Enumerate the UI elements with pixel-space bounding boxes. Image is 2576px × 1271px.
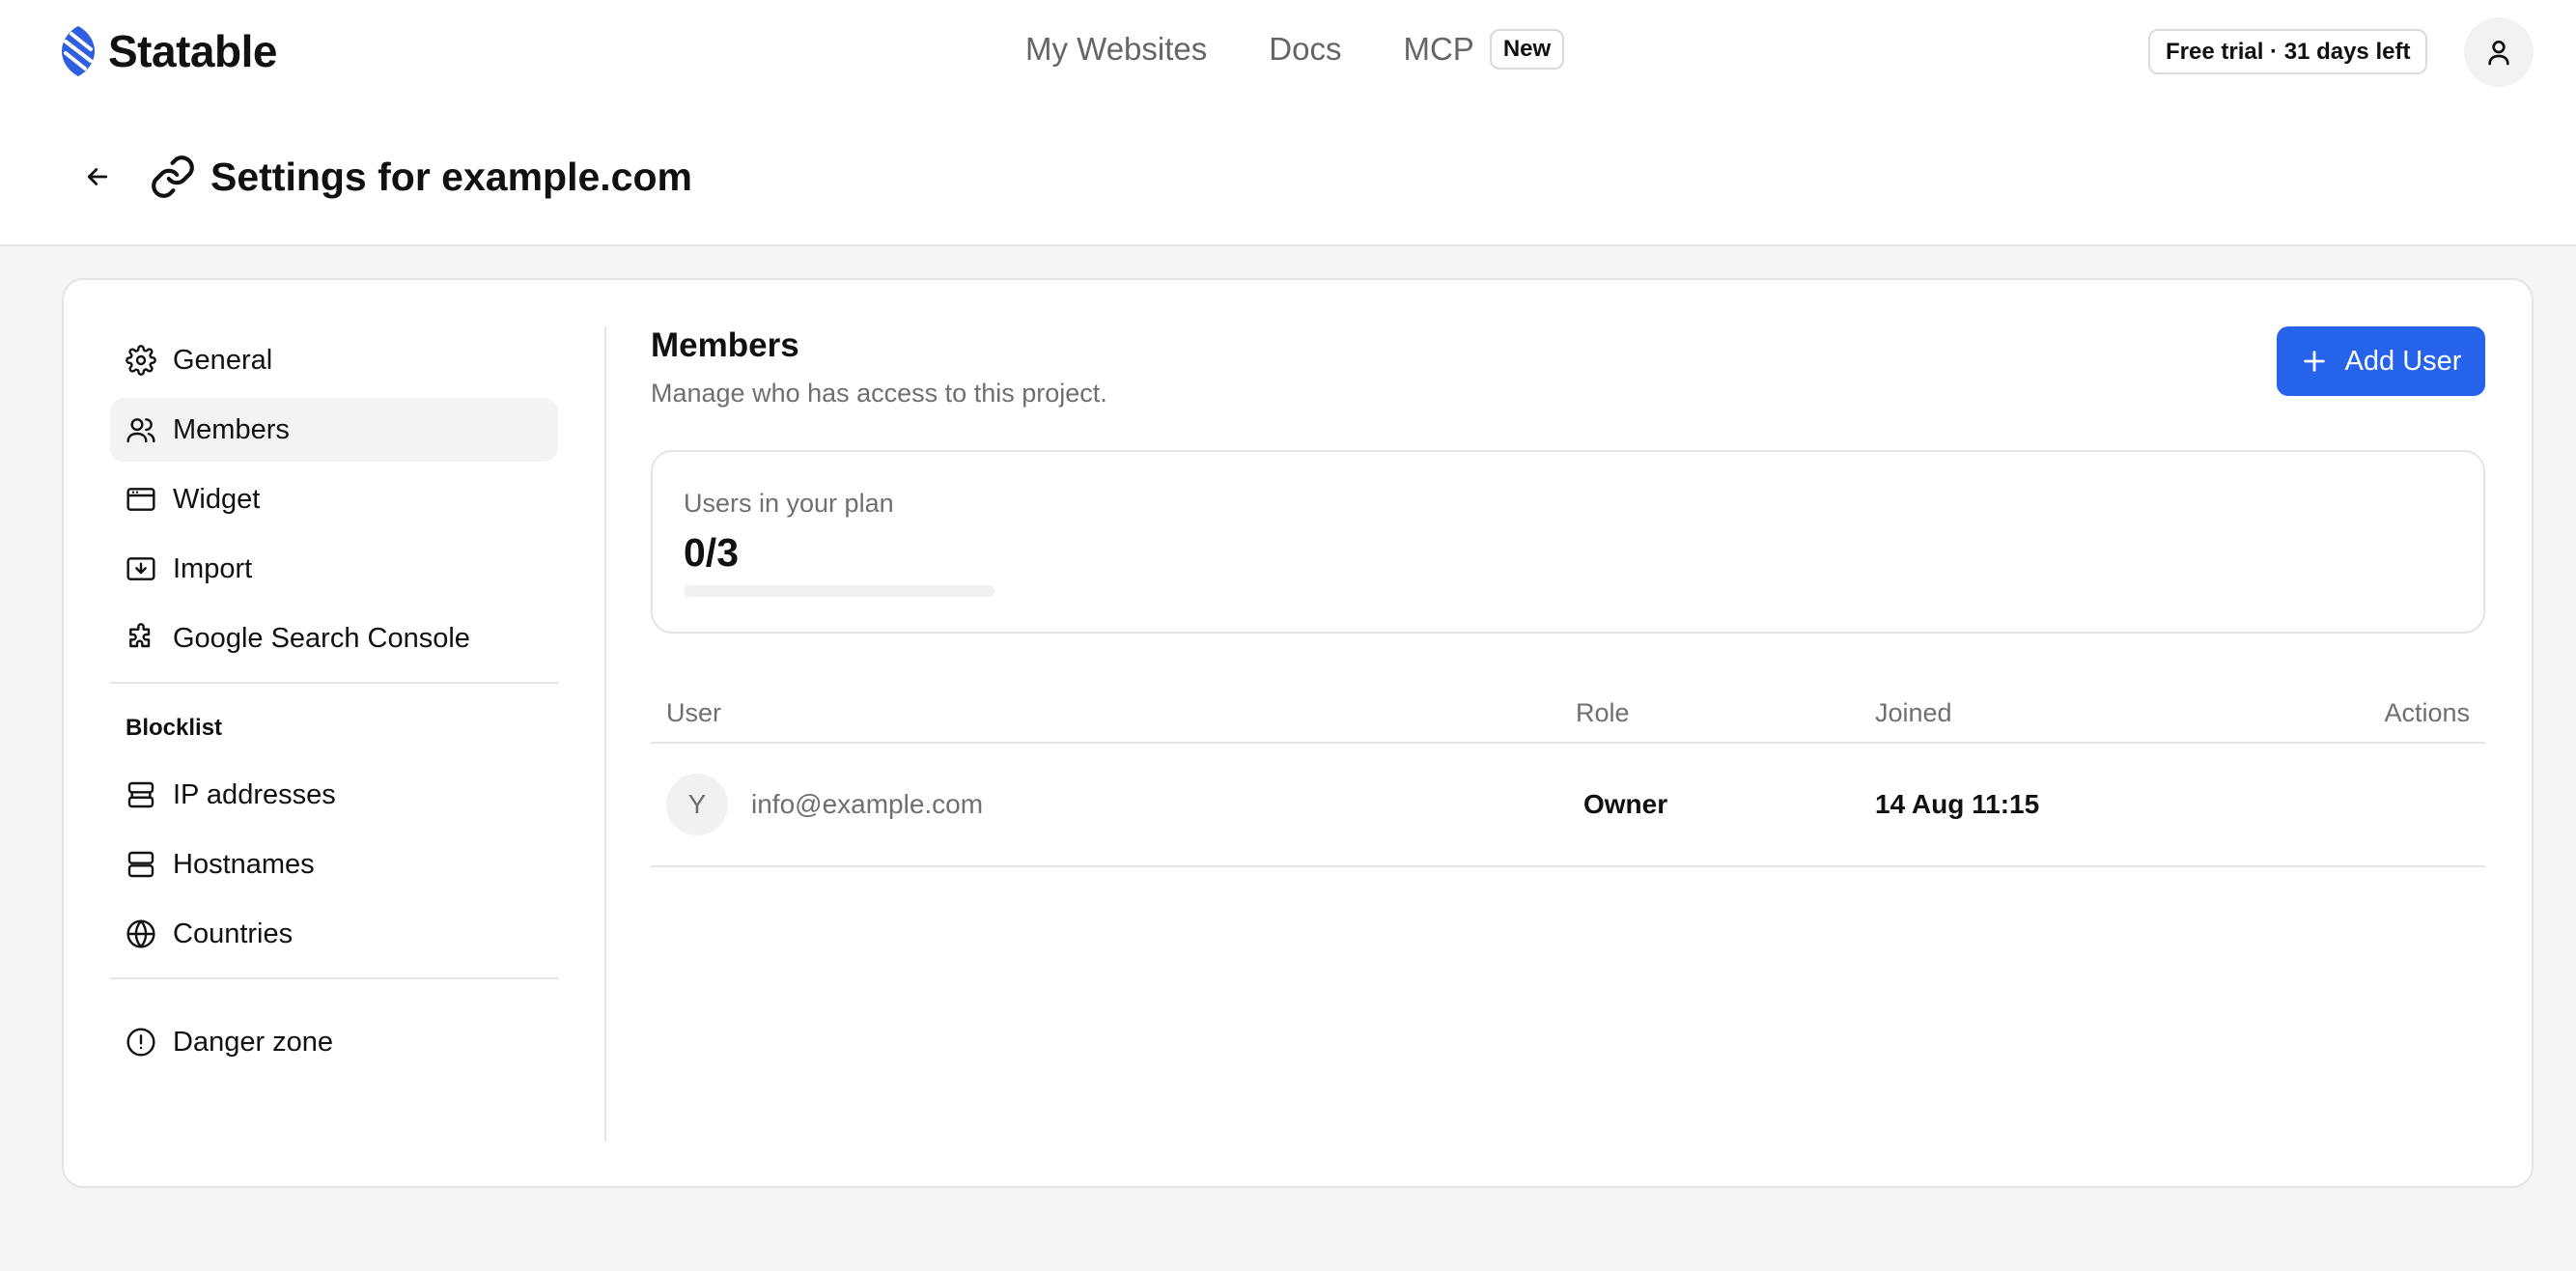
user-icon (2488, 41, 2509, 66)
back-button[interactable] (75, 155, 120, 199)
sidebar-item-hostnames[interactable]: Hostnames (110, 833, 558, 896)
sidebar-item-label: Danger zone (173, 1026, 334, 1058)
top-bar: Statable My Websites Docs MCP New Free t… (0, 0, 2576, 246)
table-header: User Role Joined Actions (651, 684, 2485, 744)
members-table: User Role Joined Actions Y info@example.… (651, 684, 2485, 867)
gear-icon (126, 345, 156, 376)
sidebar-item-ip-addresses[interactable]: IP addresses (110, 763, 558, 827)
alert-circle-icon (126, 1028, 155, 1057)
link-icon (152, 155, 194, 198)
avatar: Y (666, 774, 728, 835)
sidebar-item-label: IP addresses (173, 778, 336, 810)
cell-role: Owner (1576, 789, 1875, 820)
header-actions: Actions (2384, 697, 2470, 727)
section-title: Members (651, 326, 799, 364)
members-panel: Members Manage who has access to this pr… (651, 326, 2485, 867)
header-joined: Joined (1875, 697, 1952, 727)
account-button[interactable] (2464, 17, 2534, 87)
sidebar-item-members[interactable]: Members (110, 398, 558, 462)
nav-mcp[interactable]: MCP (1403, 31, 1473, 68)
sidebar-item-label: Import (173, 552, 253, 584)
main-nav: My Websites Docs MCP New (1025, 29, 1565, 70)
add-user-button[interactable]: Add User (2277, 326, 2485, 396)
member-joined: 14 Aug 11:15 (1875, 789, 2040, 819)
brand[interactable]: Statable (60, 25, 277, 77)
table-row: Y info@example.com Owner 14 Aug 11:15 (651, 744, 2485, 867)
sidebar-item-general[interactable]: General (110, 328, 558, 392)
users-icon (126, 418, 155, 443)
plan-label: Users in your plan (684, 489, 894, 518)
sidebar-divider (110, 682, 558, 684)
page-header: Settings for example.com (75, 153, 692, 201)
plus-icon (2303, 351, 2325, 372)
plan-count: 0/3 (684, 530, 739, 575)
cell-user: Y info@example.com (651, 774, 1576, 835)
sidebar-item-label: Countries (173, 918, 294, 949)
add-user-label: Add User (2344, 345, 2462, 377)
header-role: Role (1576, 697, 1630, 727)
plan-progress-bar (684, 585, 994, 597)
section-subtitle: Manage who has access to this project. (651, 379, 1107, 408)
sidebar-divider (110, 977, 558, 979)
settings-card: General Members Widget Import Google Sea… (62, 278, 2534, 1188)
page-title: Settings for example.com (210, 154, 692, 199)
sidebar-item-widget[interactable]: Widget (110, 467, 558, 531)
cell-joined: 14 Aug 11:15 (1875, 789, 2358, 820)
sidebar-item-google-search-console[interactable]: Google Search Console (110, 607, 558, 670)
nav-my-websites[interactable]: My Websites (1025, 31, 1207, 68)
sidebar-item-countries[interactable]: Countries (110, 902, 558, 966)
sidebar-item-label: General (173, 344, 273, 376)
arrow-left-icon (87, 168, 108, 185)
blocklist-heading: Blocklist (126, 715, 223, 741)
member-email: info@example.com (751, 789, 984, 819)
sidebar-item-danger-zone[interactable]: Danger zone (110, 1010, 558, 1074)
member-role: Owner (1583, 789, 1668, 819)
server-stack-icon (127, 851, 154, 878)
sidebar-item-import[interactable]: Import (110, 537, 558, 601)
new-badge: New (1489, 29, 1565, 70)
statable-logo-icon (62, 26, 95, 76)
trial-status-badge[interactable]: Free trial · 31 days left (2148, 29, 2428, 74)
sidebar-item-label: Widget (173, 483, 261, 515)
import-icon (126, 557, 155, 580)
plan-usage-card: Users in your plan 0/3 (651, 450, 2485, 634)
header-user: User (666, 697, 722, 727)
puzzle-icon (129, 623, 151, 648)
server-icon (127, 781, 154, 808)
browser-window-icon (126, 488, 155, 511)
settings-sidebar: General Members Widget Import Google Sea… (110, 328, 558, 1080)
nav-docs[interactable]: Docs (1269, 31, 1341, 68)
globe-icon (126, 919, 155, 948)
brand-name: Statable (108, 26, 277, 76)
sidebar-item-label: Google Search Console (173, 622, 470, 654)
sidebar-item-label: Members (173, 413, 290, 445)
sidebar-item-label: Hostnames (173, 848, 315, 880)
vertical-divider (604, 326, 606, 1142)
